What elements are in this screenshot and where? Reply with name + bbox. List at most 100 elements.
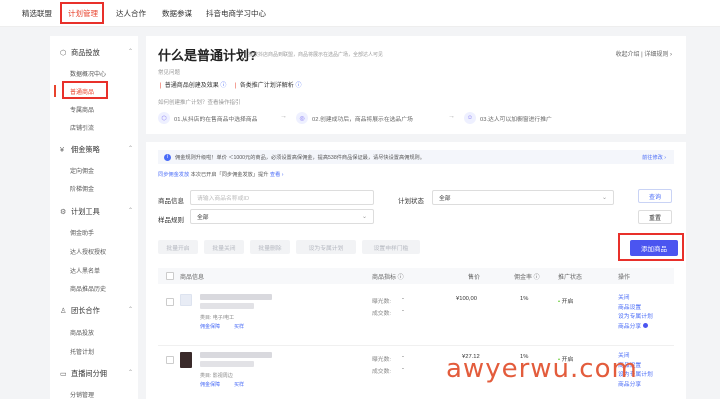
notice-bar: i 佣金规则升级啦！单价 ＜1000元的商品，必须设置高保佣金，提高538件商品… <box>158 150 674 164</box>
chevron-down-icon: ⌄ <box>601 195 607 201</box>
action-set-exclusive[interactable]: 设为专属计划 <box>618 313 653 323</box>
product-thumbnail[interactable] <box>180 352 192 368</box>
step-3: ☺ 03.达人可以加橱窗进行推广 <box>464 110 552 126</box>
sidebar-item-goods-placement[interactable]: 商品投放 <box>70 328 94 337</box>
metric-label: 成交数: <box>372 369 392 375</box>
status-dot-icon: • <box>558 299 561 305</box>
batch-enable-button[interactable]: 批量开启 <box>158 240 198 254</box>
coin-icon: ¥ <box>60 145 64 154</box>
sidebar-item-store-traffic[interactable]: 店铺引流 <box>70 123 94 132</box>
metric-value: - <box>402 296 404 302</box>
batch-delete-button[interactable]: 批量删除 <box>250 240 290 254</box>
sidebar-group-livestream-commission[interactable]: ▭ 直播间分佣 ⌃ <box>60 369 133 379</box>
plan-status-select[interactable]: 全部 ⌄ <box>432 190 614 205</box>
cube-icon: ⬡ <box>60 48 67 57</box>
highlight-box-plan-management <box>60 2 104 24</box>
team-icon: ♙ <box>60 306 67 315</box>
product-title-redacted <box>200 352 272 358</box>
sidebar-item-exclusive-goods[interactable]: 专属商品 <box>70 105 94 114</box>
sidebar-item-influencer-authorization[interactable]: 达人授权授权 <box>70 247 106 256</box>
metric-label: 成交数: <box>372 311 392 317</box>
table-row: 类目: 电子/电工 佣金保障 买样 曝光数: - 成交数: - ¥100,00 … <box>158 290 674 346</box>
metric-label: 曝光数: <box>372 299 392 305</box>
table-header: 商品信息 商品指标 ⓘ 售价 佣金率 ⓘ 推广状态 操作 <box>158 268 674 284</box>
sidebar-item-distribution-management[interactable]: 分销管理 <box>70 390 94 399</box>
sidebar-group-commission-strategy[interactable]: ¥ 佣金策略 ⌃ <box>60 145 133 155</box>
step-1: ⬡ 01.从抖店的在售商品中选择商品 <box>158 110 257 126</box>
reset-button[interactable]: 重置 <box>638 210 672 224</box>
page-subtitle: 投放抖店商品到联盟，商品将展示在选品广场，全部达人可见 <box>248 52 384 58</box>
sidebar-item-managed-plan[interactable]: 托管计划 <box>70 347 94 356</box>
batch-exclusive-button[interactable]: 设为专属计划 <box>296 240 356 254</box>
sidebar-group-team-cooperation[interactable]: ♙ 团长合作 ⌃ <box>60 306 133 316</box>
product-thumbnail[interactable] <box>180 294 192 306</box>
product-id-redacted <box>200 303 254 309</box>
action-goods-settings[interactable]: 商品设置 <box>618 304 653 314</box>
tag-commission-guarantee[interactable]: 佣金保障 <box>200 323 220 330</box>
product-title-redacted <box>200 294 272 300</box>
metric-value: - <box>402 308 404 314</box>
sidebar-item-promotion-history[interactable]: 商品推品历史 <box>70 284 106 293</box>
sync-commission-link[interactable]: 查看 › <box>270 172 284 178</box>
sample-rule-select[interactable]: 全部 ⌄ <box>190 209 374 224</box>
chevron-up-icon: ⌃ <box>128 146 134 152</box>
column-header-status: 推广状态 <box>558 275 583 281</box>
tag-buy-sample[interactable]: 买样 <box>234 323 244 330</box>
metric-value: - <box>402 366 404 372</box>
action-disable[interactable]: 关闭 <box>618 294 653 304</box>
select-all-checkbox[interactable] <box>166 272 174 280</box>
notice-link[interactable]: 前往修改 › <box>642 154 666 161</box>
faq-label: 常见问题 <box>158 70 181 76</box>
faq-link-create[interactable]: ❘ 普通商品创建及效果 ⓘ <box>158 83 226 89</box>
tag-commission-guarantee[interactable]: 佣金保障 <box>200 381 220 388</box>
sidebar-item-data-overview[interactable]: 数据概况中心 <box>70 69 106 78</box>
chevron-up-icon: ⌃ <box>128 49 134 55</box>
nav-tab-learning-center[interactable]: 抖音电商学习中心 <box>206 8 266 19</box>
metric-label: 曝光数: <box>372 357 392 363</box>
intro-toggle-links[interactable]: 收起介绍 | 详细规则 › <box>615 49 672 58</box>
intro-card: 什么是普通计划? 投放抖店商品到联盟，商品将展示在选品广场，全部达人可见 收起介… <box>146 36 686 134</box>
product-category: 类目: 电子/电工 <box>200 315 235 321</box>
page-title: 什么是普通计划? <box>158 48 257 63</box>
batch-sample-threshold-button[interactable]: 设置申样门槛 <box>362 240 420 254</box>
nav-tab-data-advisor[interactable]: 数据参谋 <box>162 8 192 19</box>
chevron-up-icon: ⌃ <box>128 208 134 214</box>
chevron-down-icon: ⌄ <box>361 214 367 220</box>
query-button[interactable]: 查询 <box>638 189 672 203</box>
sidebar-item-commission-assistant[interactable]: 佣金助手 <box>70 228 94 237</box>
sync-commission-note: 同步佣金发放 本次已开启「同步佣金发放」提升 查看 › <box>158 172 284 178</box>
promotion-status: • 开启 <box>558 299 574 305</box>
faq-links: ❘ 普通商品创建及效果 ⓘ ❘ 各类推广计划详解析 ⓘ <box>158 80 301 89</box>
sidebar-item-tiered-commission[interactable]: 阶梯佣金 <box>70 184 94 193</box>
nav-tab-selection-alliance[interactable]: 精选联盟 <box>22 8 52 19</box>
arrow-right-icon: → <box>448 113 455 120</box>
site-watermark: awyerwu.com <box>446 354 638 384</box>
batch-disable-button[interactable]: 批量关闭 <box>204 240 244 254</box>
sidebar-group-plan-tools[interactable]: ⚙ 计划工具 ⌃ <box>60 207 133 217</box>
price: ¥100,00 <box>456 296 477 302</box>
sidebar-active-indicator <box>54 85 56 97</box>
faq-link-plans[interactable]: ❘ 各类推广计划详解析 ⓘ <box>233 83 301 89</box>
sidebar-group-goods-placement[interactable]: ⬡ 商品投放 ⌃ <box>60 48 133 58</box>
metric-value: - <box>402 354 404 360</box>
row-checkbox[interactable] <box>166 298 174 306</box>
chevron-up-icon: ⌃ <box>128 370 134 376</box>
arrow-right-icon: → <box>280 113 287 120</box>
goods-icon: ⬡ <box>158 112 170 124</box>
action-share[interactable]: 商品分享 <box>618 322 653 333</box>
tag-buy-sample[interactable]: 买样 <box>234 381 244 388</box>
nav-tab-influencer-cooperation[interactable]: 达人合作 <box>116 8 146 19</box>
monitor-icon: ▭ <box>60 369 67 378</box>
top-navigation: 精选联盟 计划管理 达人合作 数据参谋 抖音电商学习中心 <box>0 0 720 27</box>
row-actions: 关闭 商品设置 设为专属计划 商品分享 <box>618 294 653 332</box>
column-header-metrics: 商品指标 ⓘ <box>372 275 404 281</box>
sidebar-item-influencer-blacklist[interactable]: 达人黑名单 <box>70 266 100 275</box>
chevron-up-icon: ⌃ <box>128 307 134 313</box>
row-checkbox[interactable] <box>166 356 174 364</box>
sidebar-item-targeted-commission[interactable]: 定向佣金 <box>70 166 94 175</box>
column-header-actions: 操作 <box>618 275 631 281</box>
plaza-icon: ◎ <box>296 112 308 124</box>
goods-search-input[interactable]: 请输入商品名称或ID <box>190 190 374 205</box>
share-dot-icon <box>642 322 648 328</box>
highlight-box-normal-goods <box>62 81 108 99</box>
